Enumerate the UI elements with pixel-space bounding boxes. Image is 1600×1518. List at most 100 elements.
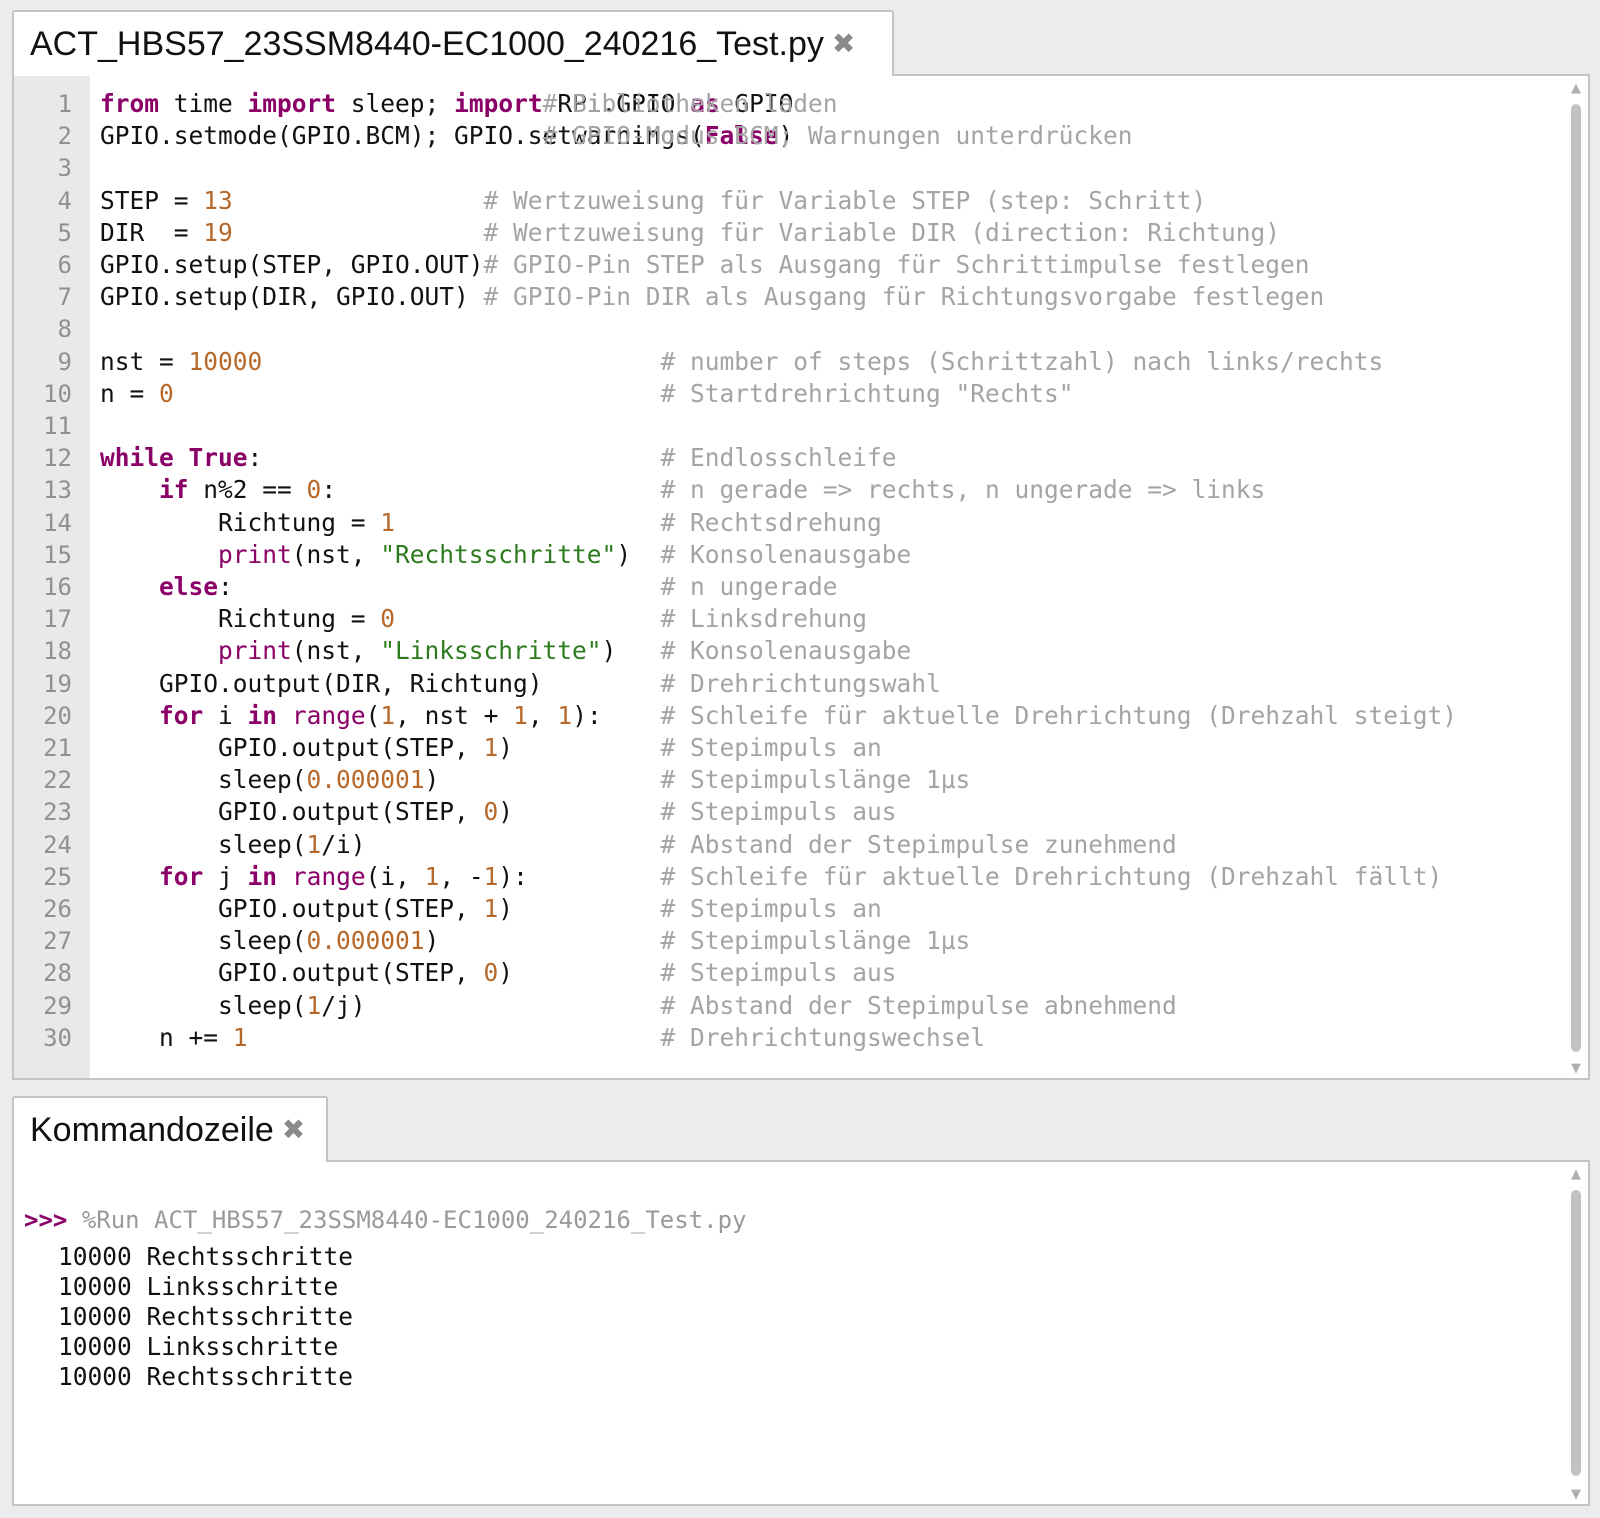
code-comment: # Konsolenausgabe [660,636,912,666]
code-line: print(nst, "Linksschritte") [100,635,616,667]
code-token: ): [572,700,602,730]
number-token: 1 [306,990,322,1020]
number-token: 1 [483,894,499,923]
shell-output-line: 10000 Rechtsschritte [58,1302,354,1331]
scroll-down-icon[interactable]: ▼ [1568,1062,1584,1076]
code-line: GPIO.output(STEP, 0) [100,957,513,989]
code-token: GPIO.output(STEP, [100,797,484,827]
code-comment: # Stepimpulslänge 1µs [660,926,971,956]
shell-tab[interactable]: Kommandozeile ✖ [12,1096,328,1162]
scroll-thumb[interactable] [1571,1190,1581,1476]
code-line: GPIO.output(STEP, 0) [100,796,513,828]
shell-scrollbar[interactable]: ▲ ▼ [1568,1168,1584,1502]
code-line: sleep(0.000001) [100,925,439,957]
scroll-thumb[interactable] [1571,104,1581,1052]
code-token: i [203,700,248,730]
code-comment: # Schleife für aktuelle Drehrichtung (Dr… [660,861,1443,891]
code-comment: # Stepimpuls an [660,894,882,923]
code-comment: # Drehrichtungswahl [660,668,941,698]
scroll-down-icon[interactable]: ▼ [1568,1488,1584,1502]
code-token: ) [498,894,514,923]
keyword-token: in [247,700,278,730]
code-token: n%2 == [188,475,307,505]
code-token: (nst, [291,636,381,666]
code-comment: # Drehrichtungswechsel [660,1022,986,1052]
editor-tab[interactable]: ACT_HBS57_23SSM8440-EC1000_240216_Test.p… [12,10,894,76]
shell-prompt: >>> [24,1206,68,1234]
editor-scrollbar[interactable]: ▲ ▼ [1568,82,1584,1076]
code-token: GPIO.output(DIR, Richtung) [100,668,543,698]
code-token: : [321,475,337,505]
code-line: sleep(0.000001) [100,764,439,796]
code-line: print(nst, "Rechtsschritte") [100,539,631,571]
code-token: (i, [365,861,425,891]
keyword-token: for [159,861,204,891]
shell-tab-title: Kommandozeile [30,1110,274,1149]
code-comment: # Konsolenausgabe [660,539,912,569]
number-token: 0.000001 [306,926,425,956]
code-line: GPIO.output(STEP, 1) [100,893,513,925]
keyword-token: from [100,89,160,118]
number-token: 1 [380,507,396,537]
code-line: n = 0 [100,378,174,410]
code-token: n += [100,1022,233,1052]
code-comment: # Linksdrehung [660,604,868,634]
keyword-token: import [454,89,543,118]
code-line: GPIO.output(STEP, 1) [100,732,513,764]
number-token: 0 [306,475,322,505]
code-editor[interactable]: 1 2 3 4 5 6 7 8 9 10 11 12 13 14 15 16 17 18 19 20 21 22 23 24 2… [12,74,1590,1080]
code-token: n = [100,378,160,408]
code-comment: # Abstand der Stepimpulse zunehmend [660,829,1177,859]
code-token: GPIO.output(STEP, [100,733,484,762]
code-comment: # Wertzuweisung für Variable STEP (step:… [483,185,1207,215]
code-token: ) [616,539,632,569]
code-token: /i) [321,829,366,859]
number-token: 0 [159,378,174,408]
code-token: nst = [100,346,189,376]
close-icon[interactable]: ✖ [282,1116,305,1144]
code-token: GPIO.output(STEP, [100,958,484,988]
code-token: /j) [321,990,366,1020]
code-token: STEP = [100,185,204,215]
number-token: 1 [513,700,528,730]
keyword-token: in [247,861,278,891]
code-comment: # Abstand der Stepimpulse abnehmend [660,990,1177,1020]
scroll-up-icon[interactable]: ▲ [1568,1168,1584,1182]
builtin-token: range [291,700,366,730]
code-token: ) [424,765,440,795]
code-comment: # Endlosschleife [660,443,897,473]
code-area[interactable]: from time import sleep; import RPi.GPIO … [14,76,1588,1078]
code-line: if n%2 == 0: [100,474,336,506]
string-token: "Linksschritte" [380,636,602,666]
code-line: nst = 10000 [100,346,262,378]
code-token: time [159,89,248,118]
code-token: DIR = [100,217,204,247]
code-token: (nst, [291,539,381,569]
builtin-token: range [291,861,366,891]
code-token: ) [498,958,514,988]
keyword-token: True [188,443,248,473]
code-token: ) [601,636,617,666]
number-token: 1 [483,733,499,762]
code-comment: # n ungerade [660,572,838,601]
code-line: DIR = 19 [100,217,233,249]
shell-panel[interactable]: >>> %Run ACT_HBS57_23SSM8440-EC1000_2402… [12,1160,1590,1506]
number-token: 1 [232,1022,248,1052]
code-token: ) [424,926,440,956]
code-token: ( [365,700,381,730]
code-token: , - [439,861,484,891]
close-icon[interactable]: ✖ [832,30,855,58]
code-line: for j in range(i, 1, -1): [100,861,528,893]
code-token: GPIO.setup(DIR, GPIO.OUT) [100,282,469,312]
scroll-up-icon[interactable]: ▲ [1568,82,1584,96]
code-token: , [527,700,558,730]
code-comment: # Stepimpuls aus [660,958,897,988]
code-comment: # Schleife für aktuelle Drehrichtung (Dr… [660,700,1458,730]
